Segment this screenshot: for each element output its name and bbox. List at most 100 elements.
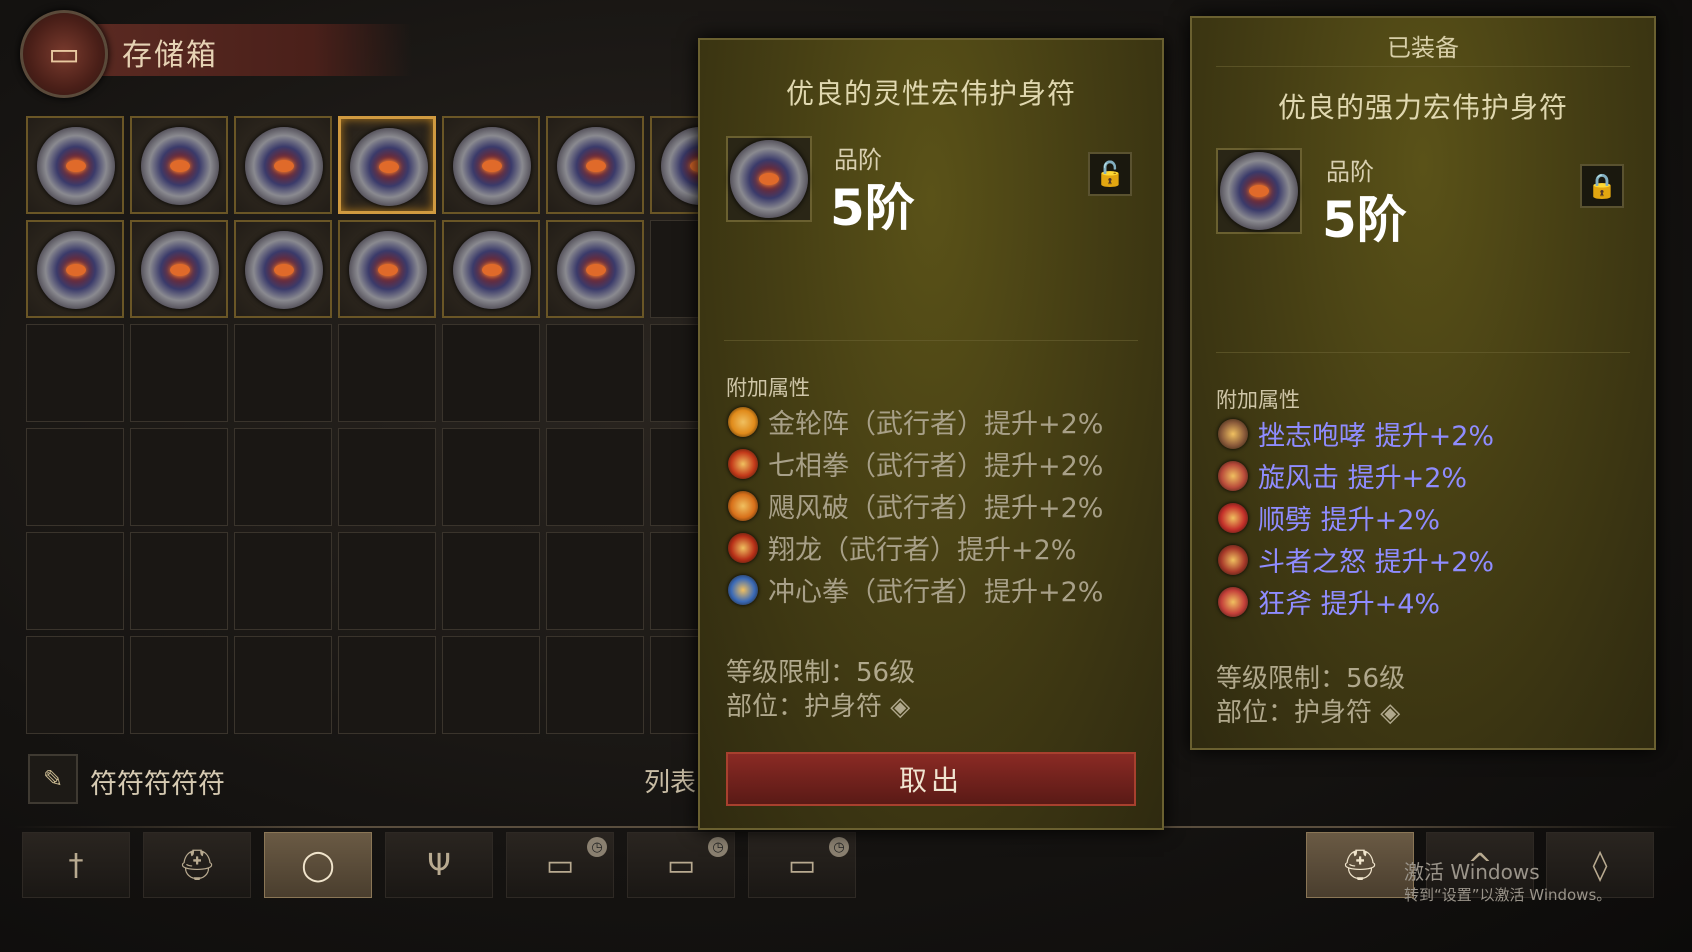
affix-row: 狂斧 提升+4%	[1218, 582, 1440, 621]
bag-icon: ◊	[1592, 847, 1608, 883]
amulet-slot-icon: ◈	[1380, 698, 1401, 728]
stash-slot[interactable]	[546, 220, 644, 318]
golden-wheel-icon	[728, 406, 758, 437]
affix-label: 附加属性	[1216, 388, 1300, 412]
stash-slot[interactable]	[26, 220, 124, 318]
amulet-icon	[245, 231, 323, 309]
stash-slot[interactable]	[130, 636, 228, 734]
amulet-icon	[557, 231, 635, 309]
stash-header: ▭ 存储箱	[12, 8, 432, 98]
stash-slot[interactable]	[442, 220, 540, 318]
stash-slot[interactable]	[546, 636, 644, 734]
roar-icon	[1218, 418, 1248, 449]
stash-slot[interactable]	[234, 532, 332, 630]
tab-chest-icon[interactable]: ▭ ◷	[748, 832, 856, 898]
tab-helmet-icon[interactable]: ⛑	[143, 832, 251, 898]
clock-icon: ◷	[829, 837, 849, 857]
tab-trident-icon[interactable]: Ψ	[385, 832, 493, 898]
amulet-icon	[453, 231, 531, 309]
stash-slot[interactable]	[442, 636, 540, 734]
stash-slot[interactable]	[442, 324, 540, 422]
stash-slot[interactable]	[546, 532, 644, 630]
affix-text: 挫志咆哮 提升+2%	[1258, 421, 1495, 452]
seven-fist-icon	[728, 448, 758, 479]
chest-icon: ▭	[787, 847, 817, 883]
tab-helmet-icon[interactable]: ⛑	[1306, 832, 1414, 898]
affix-row: 顺劈 提升+2%	[1218, 498, 1440, 537]
slot-info: 部位：护身符 ◈	[1216, 692, 1400, 729]
amulet-slot-icon: ◈	[890, 692, 911, 722]
amulet-icon	[557, 127, 635, 205]
stash-slot[interactable]	[338, 636, 436, 734]
affix-text: 顺劈 提升+2%	[1258, 505, 1441, 536]
stash-slot[interactable]	[442, 116, 540, 214]
filter-text[interactable]: 符符符符符	[90, 762, 225, 801]
stash-slot[interactable]	[130, 116, 228, 214]
amulet-icon	[245, 127, 323, 205]
take-out-button[interactable]: 取出	[726, 752, 1136, 806]
stash-slot[interactable]	[546, 324, 644, 422]
stash-slot[interactable]	[546, 116, 644, 214]
stash-slot[interactable]	[338, 532, 436, 630]
helmet-icon: ⛑	[1340, 847, 1380, 883]
unlock-icon[interactable]: 🔓	[1088, 152, 1132, 196]
feather-icon[interactable]: ✎	[28, 754, 78, 804]
tab-chest-icon[interactable]: ▭ ◷	[627, 832, 735, 898]
amulet-icon	[1220, 152, 1298, 230]
stash-slot[interactable]	[338, 428, 436, 526]
stash-slot[interactable]	[26, 532, 124, 630]
stash-slot[interactable]	[338, 116, 436, 214]
affix-row: 飓风破（武行者）提升+2%	[728, 486, 1103, 525]
affix-text: 旋风击 提升+2%	[1258, 463, 1468, 494]
ring-icon: ◯	[301, 847, 335, 883]
stash-slot[interactable]	[338, 324, 436, 422]
stash-slot[interactable]	[442, 532, 540, 630]
item-title: 优良的强力宏伟护身符	[1277, 91, 1568, 124]
chest-icon: ▭	[20, 10, 108, 98]
stash-slot[interactable]	[130, 428, 228, 526]
stash-slot[interactable]	[130, 220, 228, 318]
stash-slot[interactable]	[338, 220, 436, 318]
affix-text: 金轮阵（武行者）提升+2%	[768, 409, 1104, 440]
affix-row: 冲心拳（武行者）提升+2%	[728, 570, 1103, 609]
stash-slot[interactable]	[234, 220, 332, 318]
list-view-label[interactable]: 列表	[644, 762, 696, 799]
stash-slot[interactable]	[546, 428, 644, 526]
trident-icon: Ψ	[427, 847, 451, 883]
equipped-header: 已装备	[1387, 34, 1459, 62]
chest-icon: ▭	[666, 847, 696, 883]
stash-slot[interactable]	[130, 324, 228, 422]
grade-value: 5阶	[830, 179, 915, 237]
stash-slot[interactable]	[234, 116, 332, 214]
stash-slot[interactable]	[26, 636, 124, 734]
amulet-icon	[37, 127, 115, 205]
affix-text: 冲心拳（武行者）提升+2%	[768, 577, 1104, 608]
tab-ring-icon[interactable]: ◯	[264, 832, 372, 898]
amulet-icon	[141, 231, 219, 309]
stash-slot[interactable]	[234, 636, 332, 734]
lock-icon[interactable]: 🔒	[1580, 164, 1624, 208]
item-image	[1216, 148, 1302, 234]
stash-slot[interactable]	[234, 428, 332, 526]
tab-chest-icon[interactable]: ▭ ◷	[506, 832, 614, 898]
stash-slot[interactable]	[26, 428, 124, 526]
stash-slot[interactable]	[26, 116, 124, 214]
stash-slot[interactable]	[26, 324, 124, 422]
stash-slot[interactable]	[442, 428, 540, 526]
amulet-icon	[349, 231, 427, 309]
affix-text: 飓风破（武行者）提升+2%	[768, 493, 1104, 524]
affix-row: 金轮阵（武行者）提升+2%	[728, 402, 1103, 441]
level-requirement: 等级限制：56级	[726, 658, 916, 688]
amulet-icon	[730, 140, 808, 218]
divider	[724, 340, 1138, 341]
stash-slot[interactable]	[130, 532, 228, 630]
item-title: 优良的灵性宏伟护身符	[785, 77, 1076, 110]
affix-row: 旋风击 提升+2%	[1218, 456, 1467, 495]
level-requirement: 等级限制：56级	[1216, 664, 1406, 694]
affix-text: 翔龙（武行者）提升+2%	[768, 535, 1077, 566]
tab-sword-icon[interactable]: †	[22, 832, 130, 898]
equipped-item-tooltip: 已装备 优良的强力宏伟护身符 品阶 5阶 🔒 附加属性 挫志咆哮 提升+2% 旋风…	[1190, 16, 1656, 750]
clock-icon: ◷	[587, 837, 607, 857]
selected-item-tooltip: 优良的灵性宏伟护身符 品阶 5阶 🔓 附加属性 金轮阵（武行者）提升+2% 七相拳…	[698, 38, 1164, 830]
stash-slot[interactable]	[234, 324, 332, 422]
